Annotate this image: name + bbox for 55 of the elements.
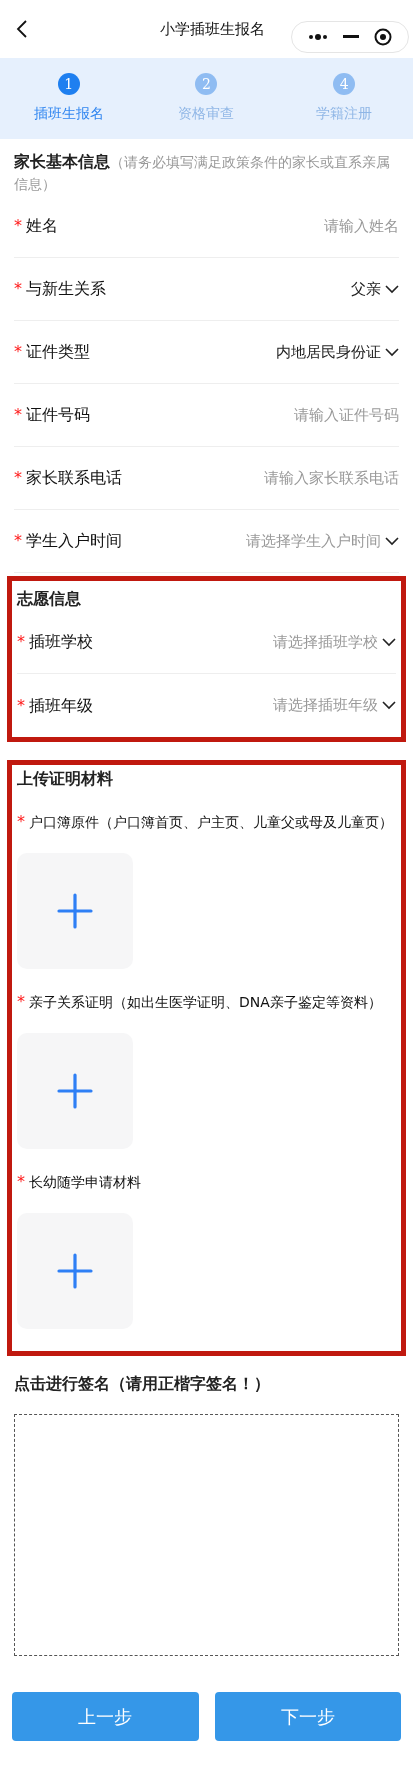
- text-field[interactable]: 请输入证件号码: [102, 403, 399, 427]
- plus-icon: [57, 1253, 93, 1289]
- select-field[interactable]: 请选择插班年级: [105, 694, 396, 717]
- upload-label: 长幼随学申请材料: [29, 1173, 141, 1192]
- step-label: 学籍注册: [316, 104, 373, 123]
- section-title: 志愿信息: [17, 588, 82, 610]
- step-button[interactable]: 下一步: [214, 1692, 401, 1741]
- step-label: 资格审查: [178, 104, 235, 123]
- required-mark: *: [17, 1171, 25, 1193]
- text-field[interactable]: 请输入家长联系电话: [134, 466, 399, 490]
- field-label: 家长联系电话: [26, 467, 122, 489]
- required-mark: *: [17, 811, 25, 833]
- step-button[interactable]: 上一步: [12, 1692, 199, 1741]
- required-mark: *: [14, 467, 22, 489]
- select-field[interactable]: 内地居民身份证: [102, 340, 399, 364]
- plus-icon: [57, 893, 93, 929]
- chevron-down-icon: [385, 284, 399, 294]
- step-number[interactable]: 1: [57, 73, 80, 95]
- field-label: 与新生关系: [26, 278, 106, 300]
- select-field[interactable]: 请选择学生入户时间: [134, 529, 399, 553]
- field-label: 插班年级: [29, 694, 93, 717]
- step-number[interactable]: 2: [195, 73, 218, 95]
- required-mark: *: [14, 278, 22, 300]
- step-number[interactable]: 4: [333, 73, 356, 95]
- chevron-down-icon: [382, 701, 396, 710]
- field-label: 证件类型: [26, 341, 90, 363]
- text-field[interactable]: 请输入姓名: [70, 214, 399, 238]
- page-title: 小学插班生报名: [160, 18, 265, 40]
- required-mark: *: [14, 404, 22, 426]
- upload-label: 亲子关系证明（如出生医学证明、DNA亲子鉴定等资料）: [29, 993, 382, 1012]
- minimize-icon[interactable]: [343, 35, 359, 39]
- chevron-down-icon: [385, 536, 399, 546]
- section-title: 家长基本信息（请务必填写满足政策条件的家长或直系亲属信息）: [14, 151, 391, 194]
- close-icon[interactable]: [374, 28, 393, 46]
- more-icon[interactable]: [307, 34, 328, 40]
- required-mark: *: [17, 631, 25, 653]
- section-title: 上传证明材料: [17, 768, 114, 790]
- select-field[interactable]: 父亲: [118, 277, 399, 301]
- step-label: 插班生报名: [33, 104, 104, 123]
- chevron-down-icon: [385, 347, 399, 357]
- plus-icon: [57, 1073, 93, 1109]
- required-mark: *: [17, 991, 25, 1013]
- required-mark: *: [14, 215, 22, 237]
- field-label: 学生入户时间: [26, 530, 122, 552]
- required-mark: *: [14, 530, 22, 552]
- upload-label: 户口簿原件（户口簿首页、户主页、儿童父或母及儿童页）: [29, 813, 393, 832]
- required-mark: *: [17, 694, 25, 717]
- chevron-down-icon: [382, 637, 396, 647]
- signature-title: 点击进行签名（请用正楷字签名！）: [14, 1373, 271, 1395]
- select-field[interactable]: 请选择插班学校: [105, 630, 396, 654]
- back-icon[interactable]: [16, 19, 28, 39]
- field-label: 插班学校: [29, 631, 93, 653]
- field-label: 姓名: [26, 215, 58, 237]
- field-label: 证件号码: [26, 404, 90, 426]
- required-mark: *: [14, 341, 22, 363]
